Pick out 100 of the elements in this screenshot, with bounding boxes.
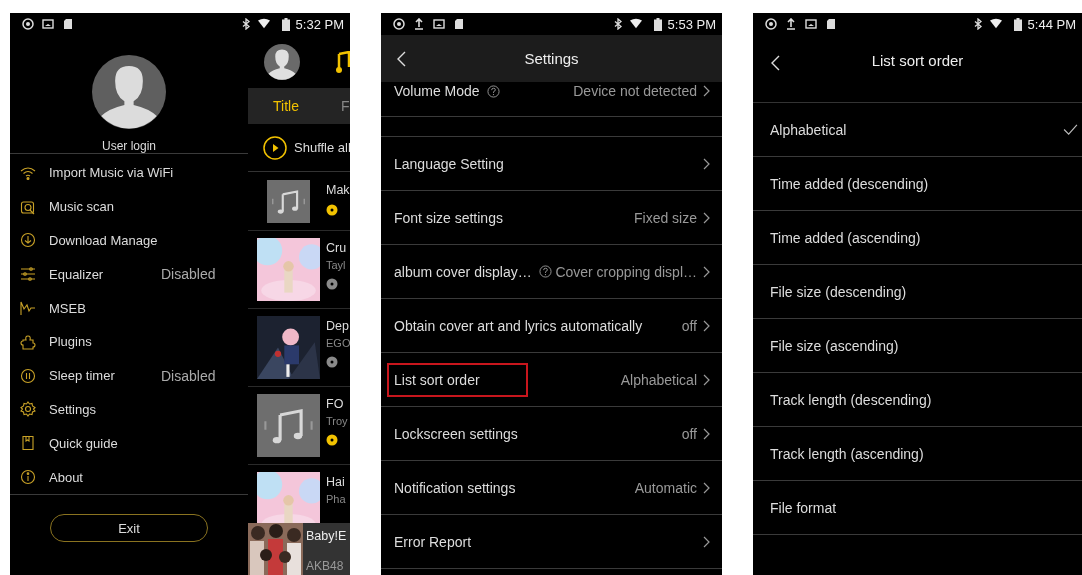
wifi-icon bbox=[20, 164, 36, 181]
menu-item[interactable]: About bbox=[10, 460, 248, 494]
sort-option[interactable]: Time added (descending) bbox=[753, 157, 1082, 211]
chevron-icon bbox=[703, 319, 710, 332]
info-icon bbox=[20, 469, 36, 486]
menu-item[interactable]: Music scan bbox=[10, 189, 248, 224]
clock-time: 5:44 PM bbox=[1027, 16, 1076, 32]
settings-row[interactable]: Volume Mode Device not detected bbox=[381, 82, 722, 117]
setting-label: Obtain cover art and lyrics automatically bbox=[394, 317, 643, 334]
item-value: Disabled bbox=[161, 367, 216, 384]
puzzle-icon bbox=[20, 333, 36, 350]
clock-time: 5:53 PM bbox=[667, 16, 716, 32]
menu-item[interactable]: Settings bbox=[10, 392, 248, 427]
sliders-icon bbox=[20, 266, 36, 283]
chevron-icon bbox=[703, 85, 710, 97]
image-icon bbox=[42, 18, 54, 30]
song-title: Baby!E bbox=[306, 529, 347, 543]
sort-option[interactable]: Alphabetical bbox=[753, 103, 1082, 157]
play-icon[interactable] bbox=[263, 135, 287, 160]
sort-option[interactable]: File size (descending) bbox=[753, 265, 1082, 319]
chevron-icon bbox=[703, 157, 710, 170]
setting-value: Cover cropping displ… bbox=[555, 263, 697, 280]
menu-item[interactable]: Import Music via WiFi bbox=[10, 156, 248, 190]
song-artist: EGO bbox=[326, 337, 350, 349]
chevron-icon bbox=[703, 481, 710, 494]
setting-value: Device not detected bbox=[573, 83, 697, 99]
setting-label: Language Setting bbox=[394, 155, 504, 172]
timer-icon bbox=[20, 367, 36, 384]
setting-value: off bbox=[681, 317, 697, 334]
chevron-icon bbox=[703, 211, 710, 224]
disc-icon bbox=[393, 18, 405, 30]
song-title[interactable]: Cru bbox=[326, 241, 347, 255]
settings-row[interactable]: Font size settings Fixed size bbox=[381, 191, 722, 245]
screen-title: List sort order bbox=[871, 52, 964, 69]
back-icon[interactable] bbox=[771, 55, 780, 71]
song-artist: Troy bbox=[326, 415, 348, 427]
shuffle-all-link[interactable]: Shuffle all bbox=[294, 140, 350, 155]
chevron-icon bbox=[703, 373, 710, 386]
setting-label: album cover display… bbox=[394, 263, 532, 280]
wifi-icon bbox=[989, 18, 1002, 30]
sort-option[interactable]: Track length (ascending) bbox=[753, 427, 1082, 481]
help-icon[interactable] bbox=[538, 265, 552, 278]
song-artist: AKB48 bbox=[306, 559, 345, 573]
chevron-icon bbox=[703, 427, 710, 440]
setting-label: Error Report bbox=[394, 533, 472, 550]
setting-label: Lockscreen settings bbox=[394, 425, 518, 442]
setting-label: Notification settings bbox=[394, 479, 516, 496]
music-note-icon[interactable] bbox=[336, 50, 350, 73]
wifi-icon bbox=[257, 18, 270, 30]
battery-icon bbox=[281, 17, 290, 31]
user-login-link[interactable]: User login bbox=[102, 139, 156, 153]
sd-card-icon bbox=[825, 18, 837, 30]
chevron-icon bbox=[703, 265, 710, 278]
item-value: Disabled bbox=[161, 266, 216, 283]
settings-row[interactable]: album cover display… Cover cropping displ… bbox=[381, 245, 722, 299]
sort-option[interactable]: Time added (ascending) bbox=[753, 211, 1082, 265]
song-title[interactable]: FO bbox=[326, 397, 348, 411]
settings-row[interactable]: Error Report bbox=[381, 515, 722, 569]
tab[interactable]: Title bbox=[273, 98, 299, 114]
settings-row[interactable]: Lockscreen settings off bbox=[381, 407, 722, 461]
disc-icon bbox=[22, 18, 34, 30]
sd-card-icon bbox=[453, 18, 465, 30]
gear-icon bbox=[20, 401, 36, 418]
chevron-icon bbox=[703, 535, 710, 548]
settings-row[interactable]: Language Setting bbox=[381, 137, 722, 191]
setting-value: Automatic bbox=[634, 479, 697, 496]
song-title[interactable]: Mak bbox=[326, 183, 350, 197]
disc-icon bbox=[765, 18, 777, 30]
song-title[interactable]: Dep bbox=[326, 319, 350, 333]
settings-row[interactable]: Notification settings Automatic bbox=[381, 461, 722, 515]
waveform-icon bbox=[20, 300, 36, 317]
wifi-icon bbox=[629, 18, 642, 30]
setting-value: off bbox=[681, 425, 697, 442]
menu-item[interactable]: Quick guide bbox=[10, 426, 248, 461]
menu-item[interactable]: MSEB bbox=[10, 291, 248, 325]
song-title[interactable]: Hai bbox=[326, 475, 346, 489]
sort-option[interactable]: File format bbox=[753, 481, 1082, 535]
avatar-icon[interactable] bbox=[264, 42, 300, 81]
menu-item[interactable]: Equalizer Disabled bbox=[10, 257, 248, 292]
song-artist: Tayl bbox=[326, 259, 347, 271]
song-artist: Pha bbox=[326, 493, 346, 505]
music-note-icon bbox=[257, 394, 320, 457]
menu-item[interactable]: Download Manage bbox=[10, 223, 248, 258]
menu-item[interactable]: Sleep timer Disabled bbox=[10, 358, 248, 393]
clock-time: 5:32 PM bbox=[295, 16, 344, 32]
help-icon[interactable] bbox=[486, 84, 500, 98]
sd-card-icon bbox=[62, 18, 74, 30]
setting-value: Fixed size bbox=[633, 209, 697, 226]
menu-item[interactable]: Plugins bbox=[10, 325, 248, 359]
screen-title: Settings bbox=[524, 50, 579, 67]
sort-option[interactable]: File size (ascending) bbox=[753, 319, 1082, 373]
settings-row[interactable]: Obtain cover art and lyrics automatically off bbox=[381, 299, 722, 353]
settings-row[interactable]: List sort order Alphabetical bbox=[381, 353, 722, 407]
mini-player[interactable]: Baby!E AKB48 bbox=[248, 523, 350, 575]
tab[interactable]: F bbox=[340, 98, 350, 114]
battery-icon bbox=[1013, 17, 1022, 31]
back-icon[interactable] bbox=[397, 50, 406, 67]
download-icon bbox=[20, 232, 36, 249]
sort-option[interactable]: Track length (descending) bbox=[753, 373, 1082, 427]
setting-label: Font size settings bbox=[394, 209, 503, 226]
